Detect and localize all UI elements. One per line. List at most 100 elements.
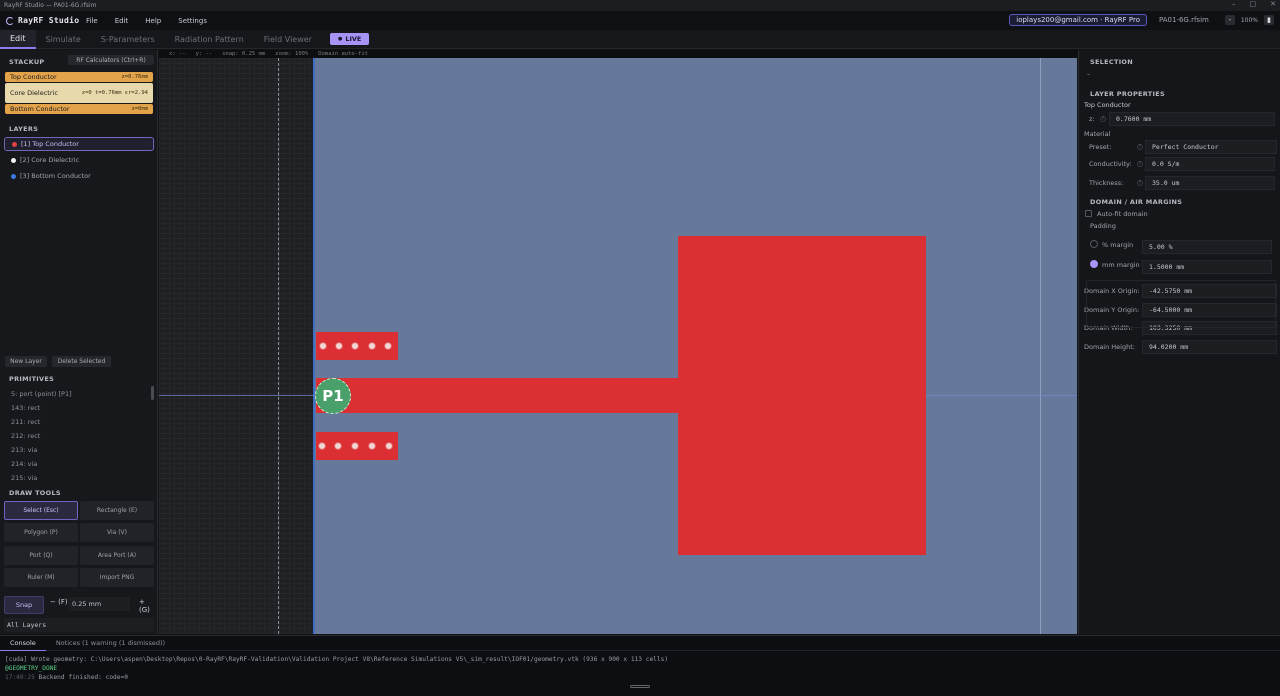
via[interactable] [334,442,342,450]
via[interactable] [351,342,359,350]
primitives-heading: PRIMITIVES [9,375,55,383]
live-dot-icon: ● [337,36,343,42]
layer-item-bottom-conductor[interactable]: [3] Bottom Conductor [4,169,154,183]
via[interactable] [335,342,343,350]
help-icon[interactable]: ? [1137,144,1143,150]
select-tool-button[interactable]: Select (Esc) [4,501,78,520]
menu-edit[interactable]: Edit [115,17,129,25]
via[interactable] [384,342,392,350]
tab-field-viewer[interactable]: Field Viewer [254,30,322,49]
rf-calculators-button[interactable]: RF Calculators (Ctrl+R) [68,55,154,65]
preset-select[interactable]: Perfect Conductor [1145,140,1277,154]
pct-margin-radio[interactable] [1090,240,1098,248]
import-png-button[interactable]: Import PNG [80,568,154,587]
via[interactable] [351,442,359,450]
pct-margin-input[interactable]: 5.00 % [1142,240,1272,254]
tab-notices[interactable]: Notices (1 warning (1 dismissed)) [46,636,175,651]
layer-color-dot [11,157,16,163]
layer-item-label: [3] Bottom Conductor [20,172,91,180]
app-logo: RayRF Studio [0,16,84,25]
tab-edit[interactable]: Edit [0,29,36,49]
new-layer-button[interactable]: New Layer [5,356,47,367]
via[interactable] [368,342,376,350]
primitive-item[interactable]: 211: rect [11,418,40,426]
layer-name: Top Conductor [1084,101,1131,109]
via-tool-button[interactable]: Via (V) [80,523,154,542]
delete-selected-button[interactable]: Delete Selected [52,356,111,367]
help-icon[interactable]: ? [1100,116,1106,122]
logo-icon [6,16,14,25]
stackup-layer-value: z=0mm [131,106,148,112]
stackup-core-dielectric[interactable]: Core Dielectric z=0 t=0.76mm εr=2.94 [5,83,153,103]
mode-tabs: Edit Simulate S-Parameters Radiation Pat… [0,29,1280,49]
primitive-item[interactable]: 215: via [11,474,37,482]
z-input[interactable]: 0.7600 mm [1109,112,1275,126]
patch-rect[interactable] [678,236,926,555]
primitive-item[interactable]: 212: rect [11,432,40,440]
snap-size-input[interactable]: 0.25 mm [68,597,130,611]
layers-heading: LAYERS [9,125,39,133]
console-panel: Console Notices (1 warning (1 dismissed)… [0,635,1280,696]
window-titlebar: RayRF Studio — PA01-6G.rfsim – □ ✕ [0,0,1280,11]
primitive-item[interactable]: 143: rect [11,404,40,412]
console-timestamp: 17:40:25 [5,674,35,681]
polygon-tool-button[interactable]: Polygon (P) [4,523,78,542]
tab-radiation-pattern[interactable]: Radiation Pattern [165,30,254,49]
preset-label: Preset: [1089,143,1112,151]
conductivity-input[interactable]: 0.0 S/m [1145,157,1275,171]
via[interactable] [318,442,326,450]
mm-margin-radio[interactable] [1090,260,1098,268]
padding-label: Padding [1090,222,1116,230]
tab-s-parameters[interactable]: S-Parameters [91,30,165,49]
via[interactable] [319,342,327,350]
snap-readout: snap: 0.25 mm [222,51,266,57]
snap-toggle[interactable]: Snap [4,596,44,614]
rectangle-tool-button[interactable]: Rectangle (E) [80,501,154,520]
panel-toggle-icon[interactable]: ▮ [1264,15,1274,25]
snap-decrease-button[interactable]: − (F) [50,598,68,606]
port-marker-p1[interactable]: P1 [315,378,351,414]
autofit-checkbox[interactable] [1085,210,1092,217]
area-port-tool-button[interactable]: Area Port (A) [80,546,154,565]
mm-margin-input[interactable]: 1.5000 mm [1142,260,1272,274]
feed-line-rect[interactable] [316,378,679,413]
pct-margin-label: % margin [1102,241,1134,249]
tab-simulate[interactable]: Simulate [36,30,91,49]
ruler-tool-button[interactable]: Ruler (M) [4,568,78,587]
layer-item-label: [2] Core Dielectric [20,156,80,164]
layer-item-top-conductor[interactable]: [1] Top Conductor [4,137,154,151]
domain-right-guide [1040,58,1041,634]
domain-mode-readout: Domain auto-fit [318,51,368,57]
thickness-input[interactable]: 35.0 um [1145,176,1275,190]
primitive-item[interactable]: 213: via [11,446,37,454]
tab-console[interactable]: Console [0,636,46,651]
design-canvas[interactable]: x: -- y: -- snap: 0.25 mm zoom: 100% Dom… [159,50,1077,634]
layer-color-dot [12,141,17,147]
account-badge[interactable]: ioplays200@gmail.com · RayRF Pro [1009,14,1147,26]
minimize-button[interactable]: – [1232,0,1236,8]
zoom-out-button[interactable]: - [1224,15,1235,25]
help-icon[interactable]: ? [1137,161,1143,167]
layer-item-core-dielectric[interactable]: [2] Core Dielectric [4,153,154,167]
maximize-button[interactable]: □ [1250,0,1257,8]
menu-file[interactable]: File [86,17,98,25]
project-filename: PA01-6G.rfsim [1158,16,1209,24]
live-toggle[interactable]: ● LIVE [329,33,370,45]
domain-height-input[interactable]: 94.0200 mm [1142,340,1277,354]
resize-handle[interactable] [630,685,650,688]
console-message: Backend finished: code=0 [38,674,128,681]
primitive-item[interactable]: 214: via [11,460,37,468]
primitive-item[interactable]: 5: port (point) [P1] [11,390,72,398]
stackup-bottom-conductor[interactable]: Bottom Conductor z=0mm [5,104,153,114]
menu-settings[interactable]: Settings [178,17,207,25]
via[interactable] [368,442,376,450]
stackup-top-conductor[interactable]: Top Conductor z=0.76mm [5,72,153,82]
port-tool-button[interactable]: Port (Q) [4,546,78,565]
layer-filter-select[interactable]: All Layers [4,618,154,632]
close-button[interactable]: ✕ [1270,0,1276,8]
snap-increase-button[interactable]: + (G) [139,598,157,614]
via[interactable] [385,442,393,450]
help-icon[interactable]: ? [1137,180,1143,186]
menu-help[interactable]: Help [145,17,161,25]
primitives-scrollbar[interactable] [151,386,154,400]
